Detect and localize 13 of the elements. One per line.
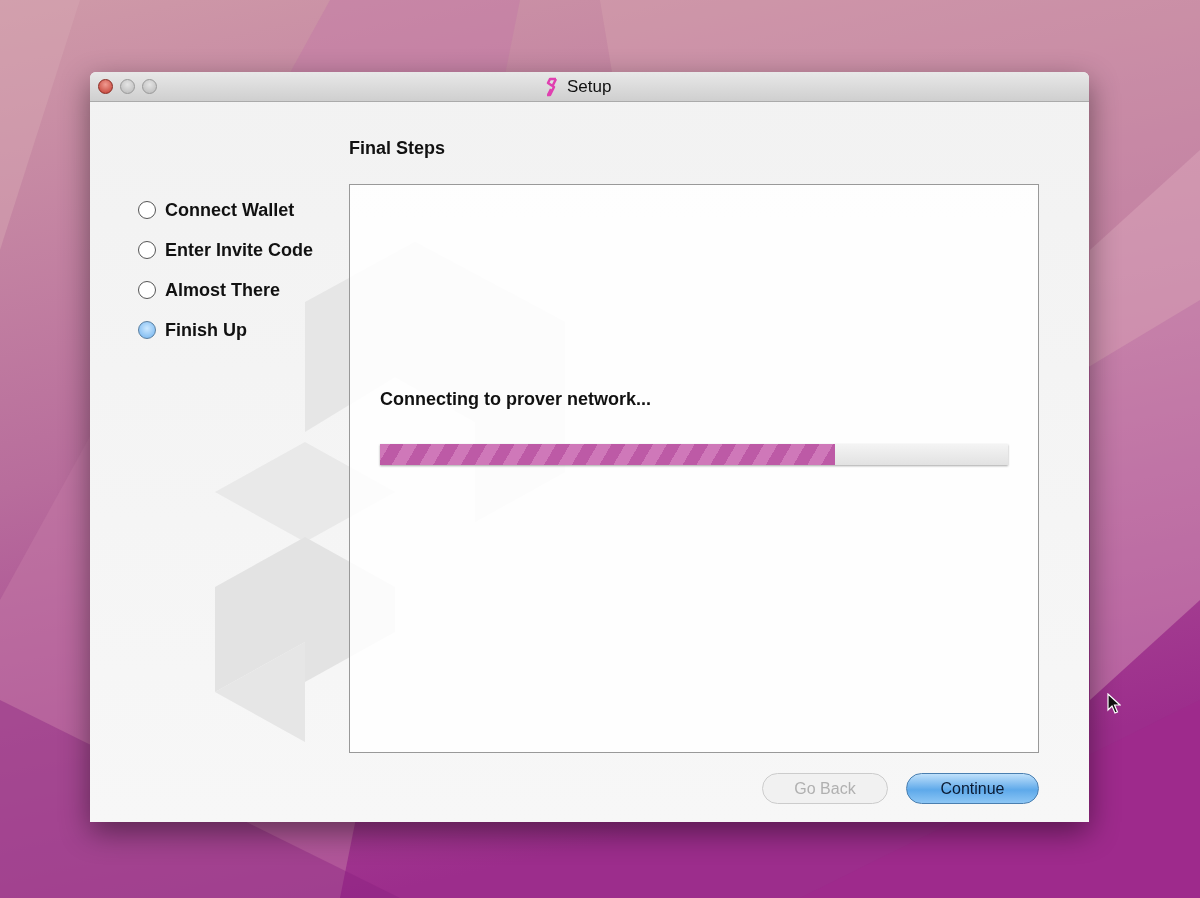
step-label: Connect Wallet — [165, 199, 295, 221]
step-label: Finish Up — [165, 319, 247, 341]
section-heading: Final Steps — [349, 138, 447, 160]
step-label: Enter Invite Code — [165, 239, 314, 261]
window-title: Setup — [567, 76, 612, 97]
continue-button[interactable]: Continue — [906, 773, 1039, 804]
minimize-button[interactable] — [120, 79, 135, 94]
close-button[interactable] — [98, 79, 113, 94]
step-label: Almost There — [165, 279, 281, 301]
pointer-cursor-icon — [1107, 693, 1121, 715]
app-logo-icon — [545, 76, 559, 97]
zoom-button[interactable] — [142, 79, 157, 94]
status-text: Connecting to prover network... — [380, 389, 653, 410]
